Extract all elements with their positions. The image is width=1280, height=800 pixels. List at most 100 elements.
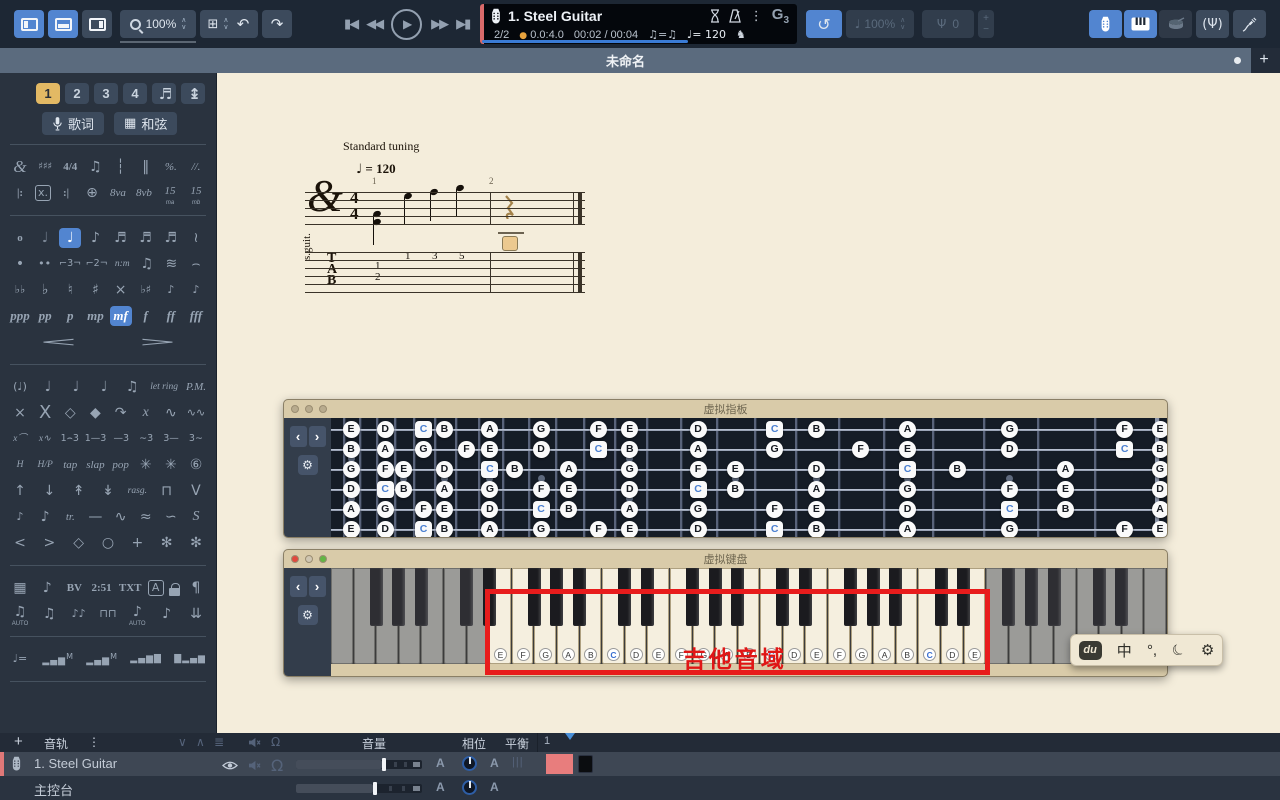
palette-item[interactable]: ✳ [135, 455, 157, 475]
palette-item[interactable]: ⌐3¬ [58, 254, 82, 274]
fret-note[interactable]: F [590, 521, 607, 538]
palette-item[interactable]: x∿ [34, 429, 56, 449]
black-key[interactable] [460, 568, 473, 626]
palette-item[interactable]: ♮ [59, 280, 81, 300]
ime-punctuation-toggle[interactable]: °, [1147, 642, 1157, 659]
fret-note[interactable]: G [415, 441, 432, 458]
eq-fader-icon[interactable]: ||| [512, 756, 524, 768]
fret-note[interactable]: C [766, 521, 783, 538]
palette-item[interactable]: ♬ [110, 228, 132, 248]
palette-item[interactable]: ▂▄▆▇ [129, 649, 163, 669]
pitch-stepper[interactable]: +− [978, 10, 994, 38]
skip-to-end-button[interactable]: ▶▮ [456, 17, 469, 32]
palette-item[interactable]: ‖ [135, 157, 157, 177]
rewind-button[interactable]: ◀◀ [366, 17, 382, 32]
fret-note[interactable]: F [415, 501, 432, 518]
palette-item[interactable]: ♭♭ [9, 280, 31, 300]
fret-note[interactable]: B [436, 421, 453, 438]
track-info-panel[interactable]: 1. Steel Guitar ⋮ G3 2/2 ● 0.0:4.0 00:02… [480, 4, 797, 44]
fretboard-next-button[interactable]: › [309, 426, 326, 447]
fret-note[interactable]: A [808, 481, 825, 498]
palette-item[interactable]: pp [34, 306, 56, 326]
fret-note[interactable]: E [621, 421, 638, 438]
metronome-icon[interactable] [729, 9, 741, 23]
fret-note[interactable]: G [621, 461, 638, 478]
palette-item[interactable]: X [34, 403, 56, 423]
palette-item[interactable]: ○ [97, 533, 119, 553]
palette-item[interactable]: let ring [149, 377, 179, 397]
palette-item[interactable]: ✳ [160, 455, 182, 475]
fret-note[interactable]: E [1152, 421, 1169, 438]
fret-note[interactable]: D [621, 481, 638, 498]
fret-note[interactable]: D [899, 501, 916, 518]
keyboard-settings-button[interactable]: ⚙ [298, 605, 318, 625]
fret-note[interactable]: A [481, 521, 498, 538]
palette-item[interactable]: × [9, 403, 31, 423]
fret-note[interactable]: B [436, 521, 453, 538]
fret-note[interactable]: E [899, 441, 916, 458]
palette-item[interactable]: mp [84, 306, 106, 326]
fret-note[interactable]: D [808, 461, 825, 478]
palette-item[interactable]: f [135, 306, 157, 326]
palette-item[interactable]: 4/4 [59, 157, 81, 177]
fret-note[interactable]: A [1152, 501, 1169, 518]
palette-item[interactable]: ♩ [37, 377, 59, 397]
palette-item[interactable]: ♫ [38, 604, 60, 624]
white-key[interactable] [331, 568, 353, 664]
fret-note[interactable]: C [415, 421, 432, 438]
palette-item[interactable]: •• [34, 254, 56, 274]
palette-item[interactable]: ♫ [136, 254, 158, 274]
show-keyboard-button[interactable] [1124, 10, 1157, 38]
fret-note[interactable]: A [343, 501, 360, 518]
redo-button[interactable]: ↷ [262, 10, 292, 38]
fret-note[interactable]: A [560, 461, 577, 478]
palette-item[interactable]: ♪AUTO [126, 602, 148, 627]
palette-item[interactable]: |: [9, 183, 31, 203]
track-row[interactable]: 1. Steel Guitar Ω A A ||| [0, 752, 1280, 776]
palette-item[interactable]: 3∼ [185, 429, 207, 449]
fret-note[interactable]: E [621, 521, 638, 538]
fret-note[interactable]: B [506, 461, 523, 478]
multivoice-button[interactable]: ♬ [152, 83, 176, 104]
palette-item[interactable]: ┆ [110, 157, 132, 177]
palette-item[interactable]: fff [185, 306, 207, 326]
palette-item[interactable]: < [9, 533, 31, 553]
fret-note[interactable]: A [899, 421, 916, 438]
fret-note[interactable]: G [899, 481, 916, 498]
playback-progress-bar[interactable] [482, 40, 688, 43]
fret-note[interactable]: F [1116, 421, 1133, 438]
fret-note[interactable]: E [481, 441, 498, 458]
palette-item[interactable]: > [38, 533, 60, 553]
fret-note[interactable]: E [808, 501, 825, 518]
master-row[interactable]: 主控台 A A [0, 776, 1280, 800]
fret-note[interactable]: B [1152, 441, 1169, 458]
document-tab[interactable]: 未命名 [0, 48, 1251, 73]
fret-note[interactable]: A [436, 481, 453, 498]
fret-note[interactable]: B [808, 421, 825, 438]
palette-item[interactable]: ¶ [185, 578, 207, 598]
virtual-fretboard-window[interactable]: 虚拟指板 ‹ › ⚙ EFGABCDEFGABCDEBCDEFGABCDEFGA… [283, 399, 1168, 538]
fret-note[interactable]: A [481, 421, 498, 438]
palette-item[interactable]: ♪ [34, 507, 56, 527]
layout-bottom-panel-button[interactable] [48, 10, 78, 38]
black-key[interactable] [1048, 568, 1061, 626]
palette-item[interactable]: ∿ [110, 507, 132, 527]
palette-item[interactable]: ≀ [185, 228, 207, 248]
palette-item[interactable]: ↷ [110, 403, 132, 423]
palette-item[interactable]: + [126, 533, 148, 553]
palette-item[interactable]: P.M. [185, 377, 207, 397]
palette-item[interactable]: (♩) [9, 377, 31, 397]
palette-item[interactable] [169, 588, 180, 596]
palette-item[interactable]: —3 [110, 429, 132, 449]
fret-note[interactable]: E [727, 461, 744, 478]
tab-fret-number[interactable]: 1 [373, 261, 383, 271]
pitch-shift-control[interactable]: Ψ 0 [922, 10, 974, 38]
play-button[interactable]: ▶ [391, 9, 422, 40]
palette-item[interactable]: x [135, 403, 157, 423]
palette-item[interactable]: ♪ [156, 604, 178, 624]
palette-item[interactable]: ▂▄▆M [41, 647, 75, 671]
fret-note[interactable]: G [1001, 421, 1018, 438]
fret-note[interactable]: G [766, 441, 783, 458]
fret-note[interactable]: B [808, 521, 825, 538]
show-drums-button[interactable] [1159, 10, 1192, 38]
